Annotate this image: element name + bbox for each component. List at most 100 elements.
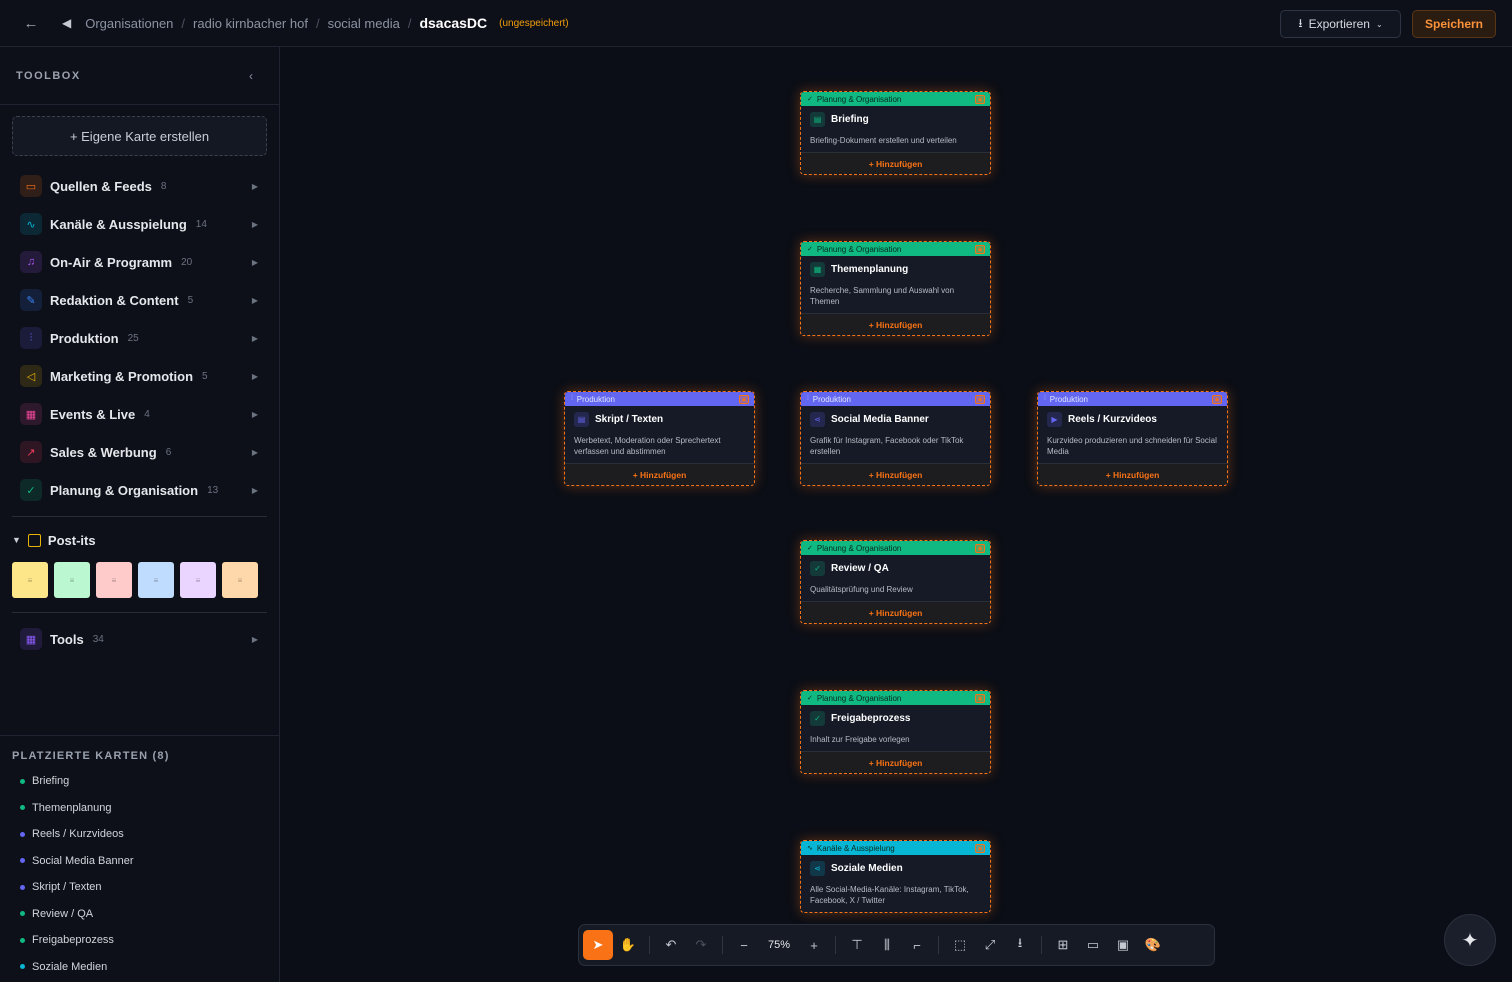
add-frame-icon[interactable]: ⊞ [1048, 930, 1078, 960]
postit-swatch[interactable]: ≡ [138, 562, 174, 598]
download-icon[interactable]: ⭳ [1005, 930, 1035, 960]
save-button[interactable]: Speichern [1412, 10, 1496, 38]
category-item[interactable]: ♫ On-Air & Programm 20 ▶ [0, 243, 279, 281]
card-category-label: Planung & Organisation [816, 693, 902, 703]
placed-card-item[interactable]: Review / QA [12, 901, 267, 928]
status-dot [20, 937, 25, 943]
category-icon: ✓ [807, 545, 813, 552]
link-badge-icon[interactable]: ▣ [1212, 395, 1222, 404]
caret-left-icon[interactable]: ◀ [62, 16, 71, 30]
card-add-button[interactable]: + Hinzufügen [801, 601, 990, 623]
ai-sparkle-icon[interactable]: ✦ [1444, 914, 1496, 966]
card-add-button[interactable]: + Hinzufügen [801, 463, 990, 485]
redo-icon[interactable]: ↷ [686, 930, 716, 960]
status-dot [20, 831, 25, 837]
placed-card-item[interactable]: Soziale Medien [12, 954, 267, 981]
category-item[interactable]: ▦ Events & Live 4 ▶ [0, 395, 279, 433]
link-badge-icon[interactable]: ▣ [975, 694, 985, 703]
breadcrumb-organisationen[interactable]: Organisationen [85, 16, 173, 31]
link-badge-icon[interactable]: ▣ [739, 395, 749, 404]
placed-card-item[interactable]: Social Media Banner [12, 848, 267, 875]
category-item[interactable]: ✓ Planung & Organisation 13 ▶ [0, 471, 279, 509]
create-card-button[interactable]: + Eigene Karte erstellen [12, 116, 267, 156]
card-category-label: Produktion [1049, 394, 1088, 404]
canvas[interactable]: ✓ Planung & Organisation ▣ ▤ Briefing Briefin… [280, 47, 1512, 982]
select-tool-icon[interactable]: ➤ [583, 930, 613, 960]
category-icon: ∿ [807, 845, 813, 852]
breadcrumb-current[interactable]: dsacasDC [419, 15, 487, 31]
columns-layout-icon[interactable]: ⫼ [872, 930, 902, 960]
postits-section-header[interactable]: ▼ Post-its [0, 524, 279, 556]
back-arrow-icon[interactable]: ← [20, 12, 42, 34]
undo-icon[interactable]: ↶ [656, 930, 686, 960]
zoom-level[interactable]: 75% [759, 939, 799, 951]
palette-icon[interactable]: 🎨 [1138, 930, 1168, 960]
card-body: ✓ Review / QA Qualitätsprüfung und Review [801, 555, 990, 601]
card-add-button[interactable]: + Hinzufügen [565, 463, 754, 485]
zoom-out-icon[interactable]: − [729, 930, 759, 960]
canvas-card-themenplanung[interactable]: ✓ Planung & Organisation ▣ ▦ Themenplanung Re… [800, 241, 991, 336]
card-add-button[interactable]: + Hinzufügen [801, 751, 990, 773]
trending-up-icon: ↗ [20, 441, 42, 463]
postit-swatch[interactable]: ≡ [222, 562, 258, 598]
postit-swatch[interactable]: ≡ [54, 562, 90, 598]
link-badge-icon[interactable]: ▣ [975, 245, 985, 254]
connector-icon[interactable]: ⌐ [902, 930, 932, 960]
check-circle-icon: ✓ [20, 479, 42, 501]
link-badge-icon[interactable]: ▣ [975, 544, 985, 553]
category-tools[interactable]: ▦ Tools 34 ▶ [0, 620, 279, 658]
card-description: Alle Social-Media-Kanäle: Instagram, Tik… [810, 885, 969, 905]
card-title-row: ⋖ Soziale Medien [810, 861, 981, 876]
postit-swatch[interactable]: ≡ [12, 562, 48, 598]
category-name: Produktion [50, 330, 119, 346]
toolbox-sidebar: TOOLBOX ‹ + Eigene Karte erstellen ▭ Quel… [0, 47, 280, 982]
canvas-card-soziale[interactable]: ∿ Kanäle & Ausspielung ▣ ⋖ Soziale Medien All… [800, 840, 991, 913]
category-item[interactable]: ◁ Marketing & Promotion 5 ▶ [0, 357, 279, 395]
canvas-card-freigabe[interactable]: ✓ Planung & Organisation ▣ ✓ Freigabeprozess… [800, 690, 991, 774]
select-area-icon[interactable]: ⬚ [945, 930, 975, 960]
check-circle-icon: ✓ [810, 561, 825, 576]
canvas-card-reels[interactable]: ⫶ Produktion ▣ ▶ Reels / Kurzvideos Kurzvideo… [1037, 391, 1228, 486]
card-title: Themenplanung [831, 264, 909, 275]
link-badge-icon[interactable]: ▣ [975, 95, 985, 104]
category-item[interactable]: ⫶ Produktion 25 ▶ [0, 319, 279, 357]
category-name: Marketing & Promotion [50, 368, 194, 384]
placed-card-item[interactable]: Themenplanung [12, 795, 267, 822]
placed-card-item[interactable]: Skript / Texten [12, 874, 267, 901]
postit-swatch[interactable]: ≡ [180, 562, 216, 598]
collapse-sidebar-icon[interactable]: ‹ [249, 69, 253, 83]
canvas-card-skript[interactable]: ⫶ Produktion ▣ ▤ Skript / Texten Werbetext, M… [564, 391, 755, 486]
placed-card-item[interactable]: Reels / Kurzvideos [12, 821, 267, 848]
placed-card-item[interactable]: Freigabeprozess [12, 927, 267, 954]
megaphone-icon: ◁ [20, 365, 42, 387]
card-add-button[interactable]: + Hinzufügen [801, 313, 990, 335]
card-body: ▤ Skript / Texten Werbetext, Moderation od… [565, 406, 754, 463]
category-item[interactable]: ▭ Quellen & Feeds 8 ▶ [0, 167, 279, 205]
hand-tool-icon[interactable]: ✋ [613, 930, 643, 960]
present-icon[interactable]: ▣ [1108, 930, 1138, 960]
sliders-icon: ⫶ [20, 327, 42, 349]
canvas-card-review[interactable]: ✓ Planung & Organisation ▣ ✓ Review / QA Qual… [800, 540, 991, 624]
canvas-card-banner[interactable]: ⫶ Produktion ▣ ⋖ Social Media Banner Grafik f… [800, 391, 991, 486]
breadcrumb-organisation[interactable]: radio kirnbacher hof [193, 16, 308, 31]
tree-layout-icon[interactable]: ⊤ [842, 930, 872, 960]
fit-view-icon[interactable]: ⤢ [975, 930, 1005, 960]
comment-icon[interactable]: ▭ [1078, 930, 1108, 960]
link-badge-icon[interactable]: ▣ [975, 395, 985, 404]
placed-card-item[interactable]: Briefing [12, 768, 267, 795]
export-button[interactable]: ⭳ Exportieren ⌄ [1280, 10, 1401, 38]
status-dot [20, 778, 25, 784]
link-badge-icon[interactable]: ▣ [975, 844, 985, 853]
toolbox-header: TOOLBOX ‹ [0, 47, 279, 105]
check-circle-icon: ✓ [810, 711, 825, 726]
postit-swatch[interactable]: ≡ [96, 562, 132, 598]
canvas-card-briefing[interactable]: ✓ Planung & Organisation ▣ ▤ Briefing Briefin… [800, 91, 991, 175]
category-item[interactable]: ∿ Kanäle & Ausspielung 14 ▶ [0, 205, 279, 243]
breadcrumb-project[interactable]: social media [328, 16, 400, 31]
card-title: Social Media Banner [831, 414, 929, 425]
card-add-button[interactable]: + Hinzufügen [801, 152, 990, 174]
category-item[interactable]: ✎ Redaktion & Content 5 ▶ [0, 281, 279, 319]
card-add-button[interactable]: + Hinzufügen [1038, 463, 1227, 485]
category-item[interactable]: ↗ Sales & Werbung 6 ▶ [0, 433, 279, 471]
zoom-in-icon[interactable]: + [799, 930, 829, 960]
